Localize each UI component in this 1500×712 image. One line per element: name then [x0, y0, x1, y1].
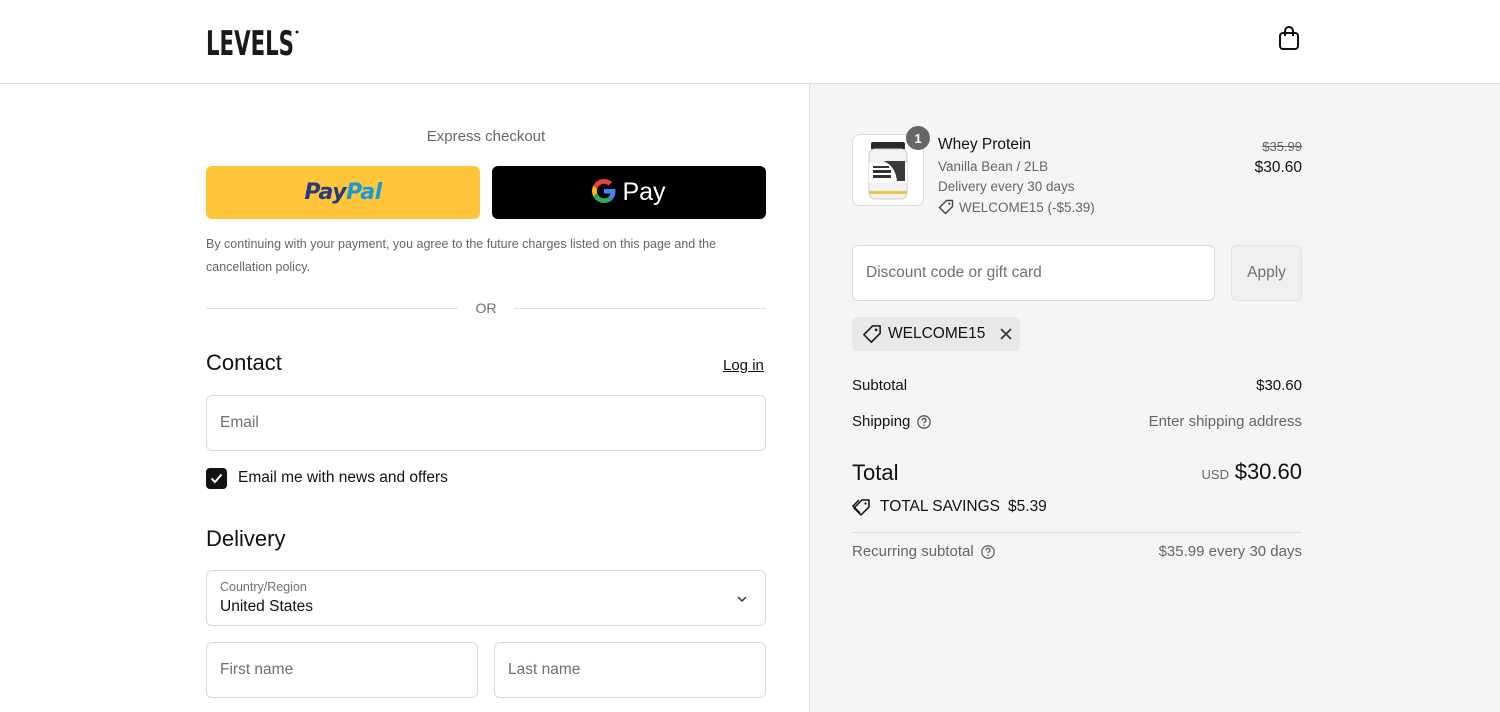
recurring-subtotal-value: $35.99 every 30 days — [1158, 543, 1302, 560]
recurring-subtotal-row: Recurring subtotal — [852, 543, 996, 560]
product-delivery-frequency: Delivery every 30 days — [938, 179, 1075, 194]
savings-tag-icon — [852, 499, 870, 516]
payment-consent-text: By continuing with your payment, you agr… — [206, 237, 717, 274]
quantity-badge: 1 — [906, 126, 930, 150]
shipping-value: Enter shipping address — [1148, 413, 1302, 430]
contact-heading: Contact — [206, 350, 282, 375]
delivery-heading: Delivery — [206, 526, 286, 551]
product-discount: WELCOME15 (-$5.39) — [938, 199, 1095, 215]
last-name-placeholder: Last name — [508, 661, 581, 678]
newsletter-checkbox[interactable] — [206, 467, 227, 489]
remove-discount-button[interactable] — [997, 325, 1015, 343]
first-name-placeholder: First name — [220, 661, 294, 678]
discount-code-placeholder: Discount code or gift card — [866, 264, 1042, 281]
paypal-logo: PayPal — [304, 180, 382, 205]
subtotal-label: Subtotal — [852, 377, 908, 394]
close-icon — [1000, 328, 1012, 340]
chevron-down-icon — [737, 596, 747, 603]
country-value: United States — [220, 598, 314, 615]
google-g-icon — [592, 179, 616, 206]
svg-text:LEVELS: LEVELS — [206, 24, 294, 62]
or-divider: OR — [206, 298, 766, 318]
google-pay-button[interactable]: Pay — [492, 166, 766, 219]
savings-value: $5.39 — [1008, 498, 1047, 515]
help-icon[interactable] — [980, 544, 996, 560]
product-name: Whey Protein — [938, 136, 1032, 153]
page-header: LEVELS — [0, 0, 1500, 84]
email-field[interactable]: Email — [206, 395, 766, 451]
newsletter-label[interactable]: Email me with news and offers — [238, 469, 448, 487]
shipping-label-row: Shipping — [852, 413, 932, 430]
product-variant: Vanilla Bean / 2LB — [938, 159, 1049, 174]
total-savings: TOTAL SAVINGS $5.39 — [852, 498, 1047, 516]
paypal-button[interactable]: PayPal — [206, 166, 480, 219]
summary-divider — [852, 532, 1302, 533]
shopping-bag-icon[interactable] — [1277, 25, 1301, 51]
country-label: Country/Region — [220, 580, 307, 594]
savings-label: TOTAL SAVINGS — [880, 498, 1001, 515]
country-select[interactable]: Country/Region United States — [206, 570, 766, 626]
first-name-field[interactable]: First name — [206, 642, 478, 698]
total-value: $30.60 — [1234, 459, 1302, 484]
help-icon[interactable] — [916, 414, 932, 430]
applied-discount-code: WELCOME15 — [888, 325, 986, 342]
applied-discount-chip: WELCOME15 — [852, 317, 1020, 351]
tag-icon — [863, 325, 881, 343]
discount-code-input[interactable]: Discount code or gift card — [852, 245, 1215, 301]
google-pay-label: Pay — [622, 178, 666, 206]
discounted-price: $30.60 — [1254, 159, 1302, 176]
checkmark-icon — [210, 473, 223, 483]
recurring-subtotal-label: Recurring subtotal — [852, 543, 974, 560]
newsletter-option[interactable]: Email me with news and offers — [206, 467, 448, 489]
total-currency: USD — [1201, 467, 1229, 482]
levels-logo[interactable]: LEVELS — [206, 22, 300, 64]
log-in-link[interactable]: Log in — [723, 357, 764, 374]
apply-discount-button[interactable]: Apply — [1231, 245, 1302, 301]
shipping-label: Shipping — [852, 413, 911, 430]
original-price: $35.99 — [1262, 139, 1302, 154]
express-checkout-title: Express checkout — [426, 128, 546, 145]
product-discount-text: WELCOME15 (-$5.39) — [959, 199, 1095, 215]
last-name-field[interactable]: Last name — [494, 642, 766, 698]
total-label: Total — [852, 460, 899, 485]
tag-icon — [938, 199, 954, 215]
email-placeholder: Email — [220, 414, 259, 431]
subtotal-value: $30.60 — [1256, 377, 1302, 394]
